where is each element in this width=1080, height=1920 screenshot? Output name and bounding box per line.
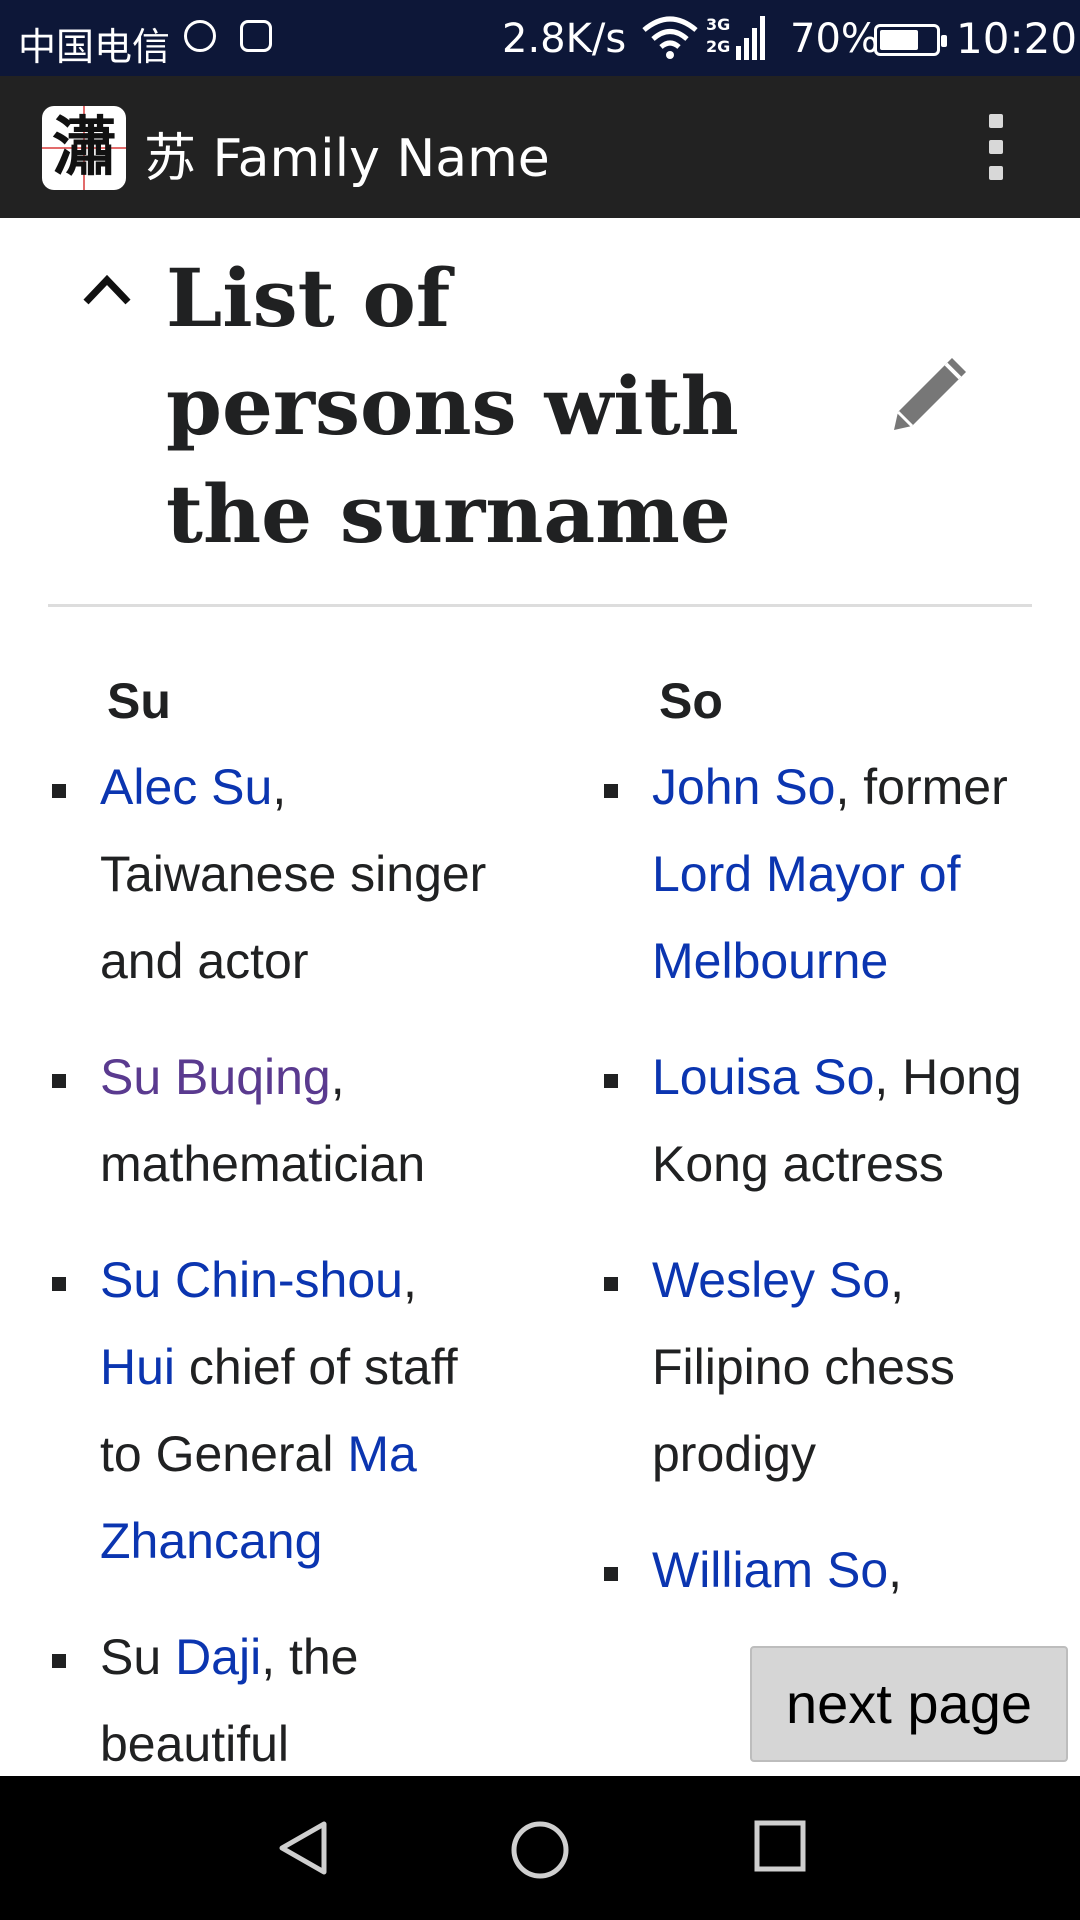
menu-dot xyxy=(989,114,1003,128)
list-item: Su Buqing, mathematician xyxy=(52,1034,492,1208)
menu-dot xyxy=(989,166,1003,180)
list-item: Su Daji, the beautiful concubine xyxy=(52,1614,492,1776)
list-item: William So, xyxy=(604,1527,1044,1614)
person-link[interactable]: Su Buqing xyxy=(100,1049,331,1105)
list-item: Su Chin-shou, Hui chief of staff to Gene… xyxy=(52,1237,492,1585)
su-list: Alec Su, Taiwanese singer and actor Su B… xyxy=(52,744,492,1776)
bullet-icon xyxy=(52,1073,66,1088)
network-type-bottom: 2G xyxy=(706,37,730,56)
signal-icon: 3G 2G xyxy=(706,15,765,60)
chevron-up-icon[interactable] xyxy=(80,270,134,310)
carrier-label: 中国电信 xyxy=(18,25,171,69)
so-list: John So, former Lord Mayor of Melbourne … xyxy=(604,744,1044,1614)
battery-icon xyxy=(874,24,947,56)
so-column: So John So, former Lord Mayor of Melbour… xyxy=(604,658,1044,1643)
pencil-icon[interactable] xyxy=(888,352,972,436)
net-speed: 2.8K/s xyxy=(502,16,627,62)
wifi-icon xyxy=(642,16,698,59)
menu-dot xyxy=(989,140,1003,154)
su-column: Su Alec Su, Taiwanese singer and actor S… xyxy=(52,658,492,1776)
app-bar: 瀟 苏 Family Name xyxy=(0,76,1080,218)
section-heading[interactable]: List of persons with the surname xyxy=(166,244,766,568)
bullet-icon xyxy=(604,1276,618,1291)
home-icon[interactable] xyxy=(510,1820,570,1880)
notification-huawei-icon xyxy=(184,20,216,52)
overflow-menu-icon[interactable] xyxy=(978,114,1014,180)
person-link[interactable]: William So xyxy=(652,1542,888,1598)
status-bar: 中国电信 2.8K/s 3G 2G 70% 10:20 xyxy=(0,0,1080,76)
image-notification-icon xyxy=(240,20,272,52)
recents-icon[interactable] xyxy=(754,1820,806,1872)
network-type-top: 3G xyxy=(706,15,730,34)
article-content[interactable]: List of persons with the surname Su Alec… xyxy=(0,218,1080,1776)
bullet-icon xyxy=(52,783,66,798)
name-prefix: Su xyxy=(100,1629,176,1685)
separator: , xyxy=(402,1252,417,1308)
battery-percent: 70% xyxy=(790,16,879,62)
person-link[interactable]: Wesley So xyxy=(652,1252,890,1308)
person-link[interactable]: Su Chin-shou xyxy=(100,1252,403,1308)
navigation-bar xyxy=(0,1776,1080,1920)
list-item: Wesley So, Filipino chess prodigy xyxy=(604,1237,1044,1498)
back-icon[interactable] xyxy=(276,1820,330,1876)
app-logo[interactable]: 瀟 xyxy=(42,106,126,190)
person-link[interactable]: John So xyxy=(652,759,835,815)
logo-glyph: 瀟 xyxy=(52,110,116,185)
bullet-icon xyxy=(52,1276,66,1291)
bullet-icon xyxy=(52,1653,66,1668)
app-title: 苏 Family Name xyxy=(144,129,550,189)
clock: 10:20 xyxy=(956,14,1078,63)
person-description: , xyxy=(888,1542,903,1598)
person-link[interactable]: Louisa So xyxy=(652,1049,874,1105)
person-link[interactable]: Daji xyxy=(175,1629,261,1685)
ethnicity-link[interactable]: Hui xyxy=(100,1339,175,1395)
person-link[interactable]: Alec Su xyxy=(100,759,272,815)
column-heading-so: So xyxy=(659,673,723,729)
person-description: , former xyxy=(835,759,1008,815)
bullet-icon xyxy=(604,783,618,798)
next-page-button[interactable]: next page xyxy=(750,1646,1068,1762)
column-heading-su: Su xyxy=(107,673,171,729)
list-item: Alec Su, Taiwanese singer and actor xyxy=(52,744,492,1005)
office-link[interactable]: Lord Mayor of Melbourne xyxy=(652,846,960,989)
list-item: John So, former Lord Mayor of Melbourne xyxy=(604,744,1044,1005)
bullet-icon xyxy=(604,1073,618,1088)
list-item: Louisa So, Hong Kong actress xyxy=(604,1034,1044,1208)
bullet-icon xyxy=(604,1566,618,1581)
section-divider xyxy=(48,604,1032,607)
battery-fill xyxy=(880,30,918,50)
